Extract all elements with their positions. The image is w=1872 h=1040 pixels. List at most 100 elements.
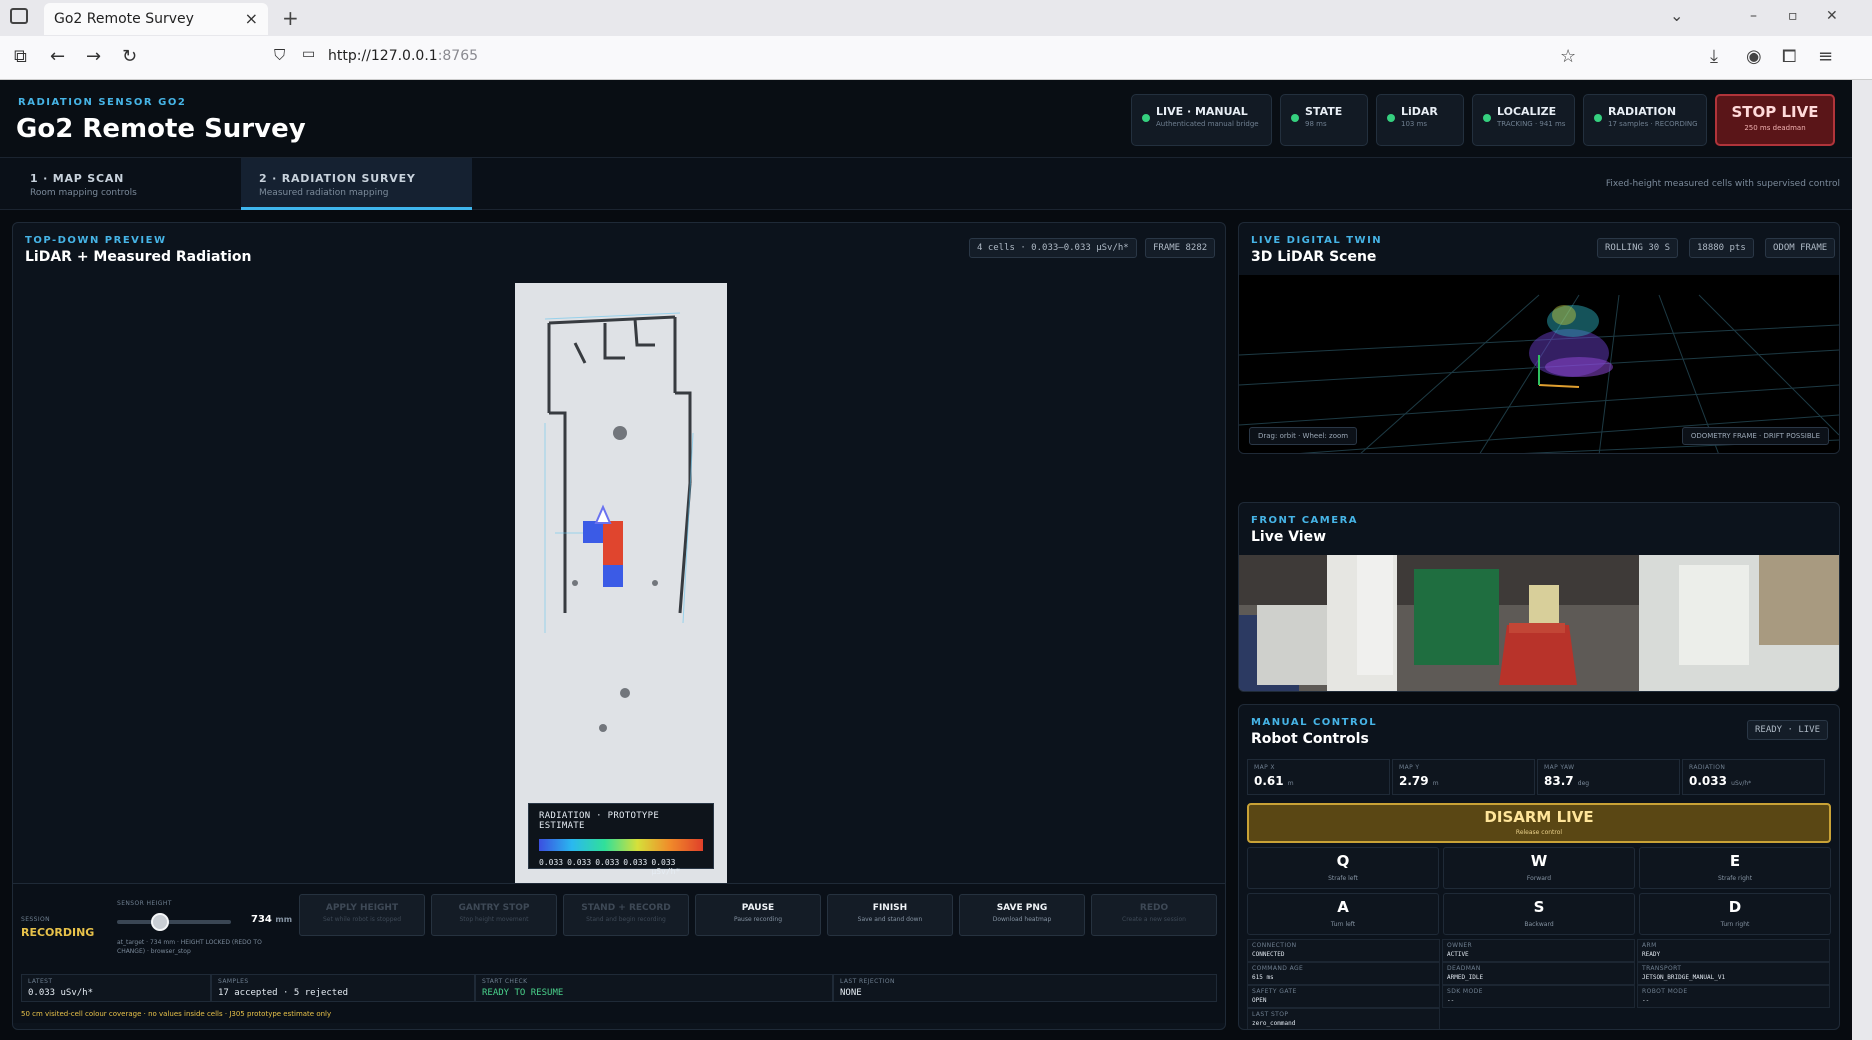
browser-side-gutter [1852,80,1872,1040]
new-tab-button[interactable]: + [282,6,299,30]
button-label: SAVE PNG [996,903,1048,913]
tab-radiation-survey[interactable]: 2 · RADIATION SURVEY Measured radiation … [241,158,472,210]
button-sub: Set while robot is stopped [322,916,402,923]
browser-tab-title: Go2 Remote Survey [54,11,194,27]
bookmark-star-icon[interactable]: ☆ [1560,46,1576,67]
downloads-icon[interactable]: ⤓ [1710,46,1718,67]
height-note: at_target · 734 mm · HEIGHT LOCKED (REDO… [117,939,262,955]
twin-heading: LIVE DIGITAL TWIN 3D LiDAR Scene [1251,235,1382,265]
cells-range-chip: 4 cells · 0.033–0.033 µSv/h* [969,238,1137,258]
points-chip: 18880 pts [1689,238,1754,258]
finish-button[interactable]: FINISH Save and stand down [827,894,953,936]
key-w-forward[interactable]: W Forward [1443,847,1635,889]
maximize-icon[interactable]: ▫ [1788,8,1798,24]
back-arrow-icon[interactable]: ← [50,46,65,67]
browser-toolbar: ⧉ ← → ↻ ⛉ ▭ http://127.0.0.1:8765 ☆ ⤓ ◉ … [0,36,1872,80]
extensions-icon[interactable]: ⧠ [1782,46,1796,67]
minimize-icon[interactable]: – [1750,8,1757,24]
twin-title: 3D LiDAR Scene [1251,249,1377,265]
height-readout: 734 mm [251,914,292,925]
info-label: SAFETY GATE [1252,988,1297,995]
info-owner: OWNER ACTIVE [1442,939,1635,962]
stand-record-button[interactable]: STAND + RECORD Stand and begin recording [563,894,689,936]
lidar-radiation-map[interactable]: RADIATION · PROTOTYPE ESTIMATE 0.033 0.0… [515,283,727,893]
button-label: REDO [1139,903,1169,913]
key-action: Strafe left [1328,875,1358,882]
info-label: TRANSPORT [1642,965,1682,972]
metric-label: MAP YAW [1544,764,1575,771]
info-value: -- [1642,997,1650,1004]
pill-title: STATE [1305,105,1343,118]
info-value: ARMED_IDLE [1447,974,1484,981]
camera-kicker: FRONT CAMERA [1251,515,1359,526]
key-q-strafe-left[interactable]: Q Strafe left [1247,847,1439,889]
info-deadman: DEADMAN ARMED_IDLE [1442,962,1635,985]
height-slider-thumb[interactable] [151,913,170,931]
height-slider[interactable] [117,913,231,931]
key-d-turn-right[interactable]: D Turn right [1639,893,1831,935]
tab-list-icon[interactable] [10,8,28,24]
pill-title: LOCALIZE [1497,105,1557,118]
info-label: DEADMAN [1447,965,1481,972]
save-png-button[interactable]: SAVE PNG Download heatmap [959,894,1085,936]
sidebar-toggle-icon[interactable]: ⧉ [14,46,27,67]
info-label: ROBOT MODE [1642,988,1688,995]
reload-icon[interactable]: ↻ [122,46,137,67]
lidar-3d-viewport[interactable]: Drag: orbit · Wheel: zoom ODOMETRY FRAME… [1239,275,1839,453]
metric-unit: m [1287,780,1294,787]
close-tab-icon[interactable]: × [245,9,258,28]
menu-icon[interactable]: ≡ [1818,46,1833,67]
lidar-map-drawing [544,312,694,732]
key-letter: A [1337,898,1349,916]
legend-value: 0.033 µSv/h* [651,858,681,876]
tab-title: 1 · MAP SCAN [30,172,125,185]
button-label: FINISH [872,903,908,913]
info-command-age: COMMAND AGE 615 ms [1247,962,1440,985]
samples-stat: SAMPLES 17 accepted · 5 rejected [211,974,475,1002]
key-s-backward[interactable]: S Backward [1443,893,1635,935]
info-value: OPEN [1252,997,1267,1004]
disarm-live-button[interactable]: DISARM LIVE Release control [1247,803,1831,843]
redo-button[interactable]: REDO Create a new session [1091,894,1217,936]
info-transport: TRANSPORT JETSON_BRIDGE_MANUAL_V1 [1637,962,1830,985]
info-sdk-mode: SDK MODE -- [1442,985,1635,1008]
tab-overflow-chevron-icon[interactable]: ⌄ [1670,6,1683,25]
pause-button[interactable]: PAUSE Pause recording [695,894,821,936]
legend-value: 0.033 [567,858,592,867]
camera-heading: FRONT CAMERA Live View [1251,515,1358,545]
rolling-chip: ROLLING 30 S [1597,238,1679,258]
digital-twin-panel: LIVE DIGITAL TWIN 3D LiDAR Scene ROLLING… [1238,222,1840,454]
key-action: Strafe right [1717,875,1753,882]
forward-arrow-icon[interactable]: → [86,46,101,67]
info-robot-mode: ROBOT MODE -- [1637,985,1830,1008]
radiation-legend: RADIATION · PROTOTYPE ESTIMATE 0.033 0.0… [528,803,714,876]
survey-tabs: 1 · MAP SCAN Room mapping controls 2 · R… [0,158,1852,210]
info-connection: CONNECTION CONNECTED [1247,939,1440,962]
button-sub: Stand and begin recording [586,916,666,923]
url-bar[interactable]: http://127.0.0.1:8765 [328,48,478,64]
stop-live-button[interactable]: STOP LIVE 250 ms deadman [1715,94,1835,146]
status-pill-localize: LOCALIZE TRACKING · 941 ms [1472,94,1575,146]
shield-icon[interactable]: ⛉ [274,46,285,64]
info-value: ACTIVE [1447,951,1469,958]
key-a-turn-left[interactable]: A Turn left [1247,893,1439,935]
account-icon[interactable]: ◉ [1746,46,1762,67]
status-pill-state: STATE 98 ms [1280,94,1368,146]
pill-title: LIVE · MANUAL [1156,105,1248,118]
pill-sub: 98 ms [1305,120,1327,128]
close-window-icon[interactable]: ✕ [1826,8,1838,24]
info-value: 615 ms [1252,974,1274,981]
browser-tab[interactable]: Go2 Remote Survey × [44,3,268,35]
legend-title: RADIATION · PROTOTYPE ESTIMATE [539,811,660,831]
tab-map-scan[interactable]: 1 · MAP SCAN Room mapping controls [12,158,240,210]
session-status: SESSION RECORDING [21,916,94,939]
header-kicker: RADIATION SENSOR GO2 [18,97,187,108]
key-e-strafe-right[interactable]: E Strafe right [1639,847,1831,889]
metric-value: 2.79 [1399,774,1429,788]
apply-height-button[interactable]: APPLY HEIGHT Set while robot is stopped [299,894,425,936]
gantry-stop-button[interactable]: GANTRY STOP Stop height movement [431,894,557,936]
metric-label: MAP X [1254,764,1275,771]
preview-kicker: TOP-DOWN PREVIEW [25,235,167,246]
height-value: 734 [251,914,272,925]
metric-label: MAP Y [1399,764,1420,771]
